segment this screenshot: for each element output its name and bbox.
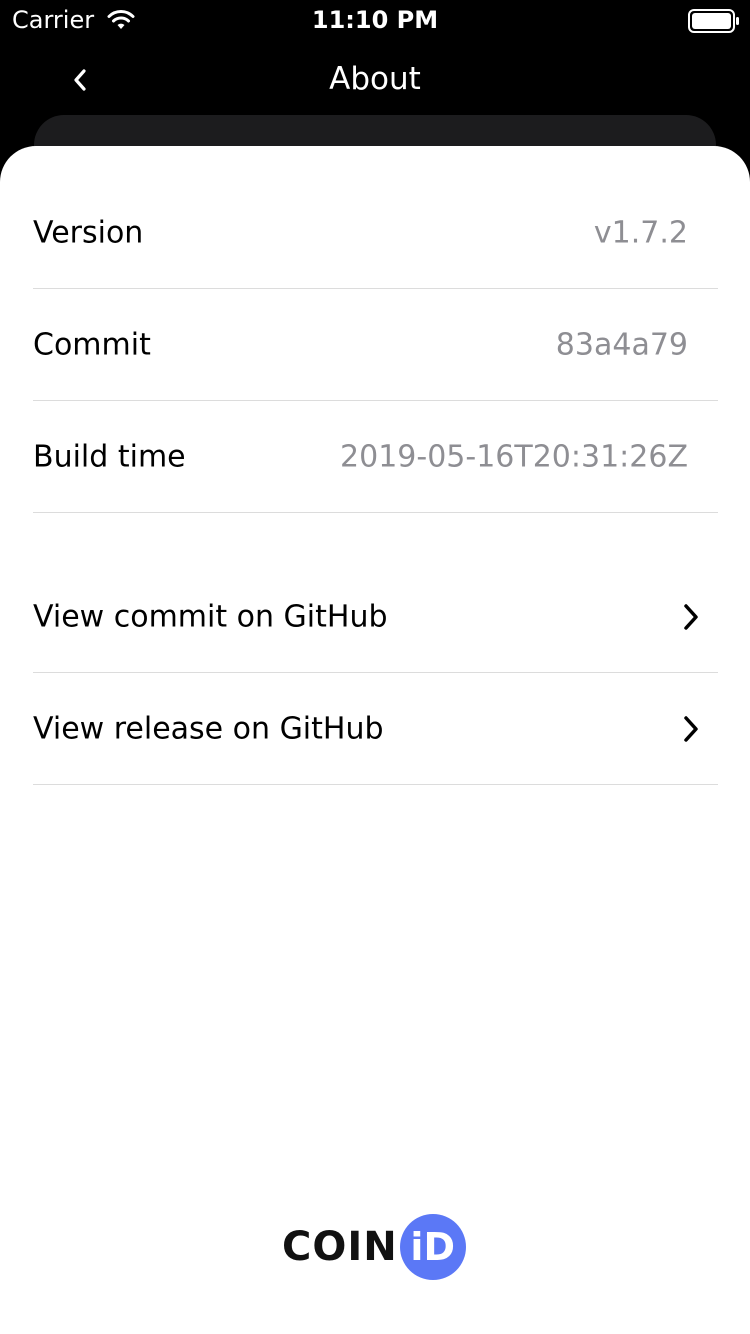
build-time-row: Build time 2019-05-16T20:31:26Z bbox=[33, 402, 718, 513]
commit-value: 83a4a79 bbox=[555, 327, 688, 363]
commit-row: Commit 83a4a79 bbox=[33, 290, 718, 401]
chevron-right-icon bbox=[684, 716, 698, 742]
view-commit-label: View commit on GitHub bbox=[33, 599, 388, 635]
version-value: v1.7.2 bbox=[593, 215, 688, 251]
page-title: About bbox=[329, 61, 421, 97]
view-release-label: View release on GitHub bbox=[33, 711, 384, 747]
status-bar: Carrier 11:10 PM bbox=[0, 0, 750, 40]
build-time-label: Build time bbox=[33, 439, 186, 475]
build-time-value: 2019-05-16T20:31:26Z bbox=[340, 439, 688, 475]
view-commit-link[interactable]: View commit on GitHub bbox=[33, 562, 718, 673]
about-screen: Carrier 11:10 PM About Version v1.7.2 Co… bbox=[0, 0, 750, 1334]
coin-id-logo: COIN iD bbox=[282, 1214, 466, 1280]
version-label: Version bbox=[33, 215, 144, 251]
chevron-right-icon bbox=[684, 604, 698, 630]
navigation-bar: About bbox=[0, 40, 750, 120]
logo-wordmark: COIN bbox=[282, 1224, 398, 1270]
about-sheet: Version v1.7.2 Commit 83a4a79 Build time… bbox=[0, 146, 750, 1334]
version-row: Version v1.7.2 bbox=[33, 178, 718, 289]
view-release-link[interactable]: View release on GitHub bbox=[33, 674, 718, 785]
battery-icon bbox=[688, 9, 739, 33]
logo-badge: iD bbox=[399, 1214, 466, 1280]
commit-label: Commit bbox=[33, 327, 151, 363]
status-time: 11:10 PM bbox=[311, 6, 439, 34]
